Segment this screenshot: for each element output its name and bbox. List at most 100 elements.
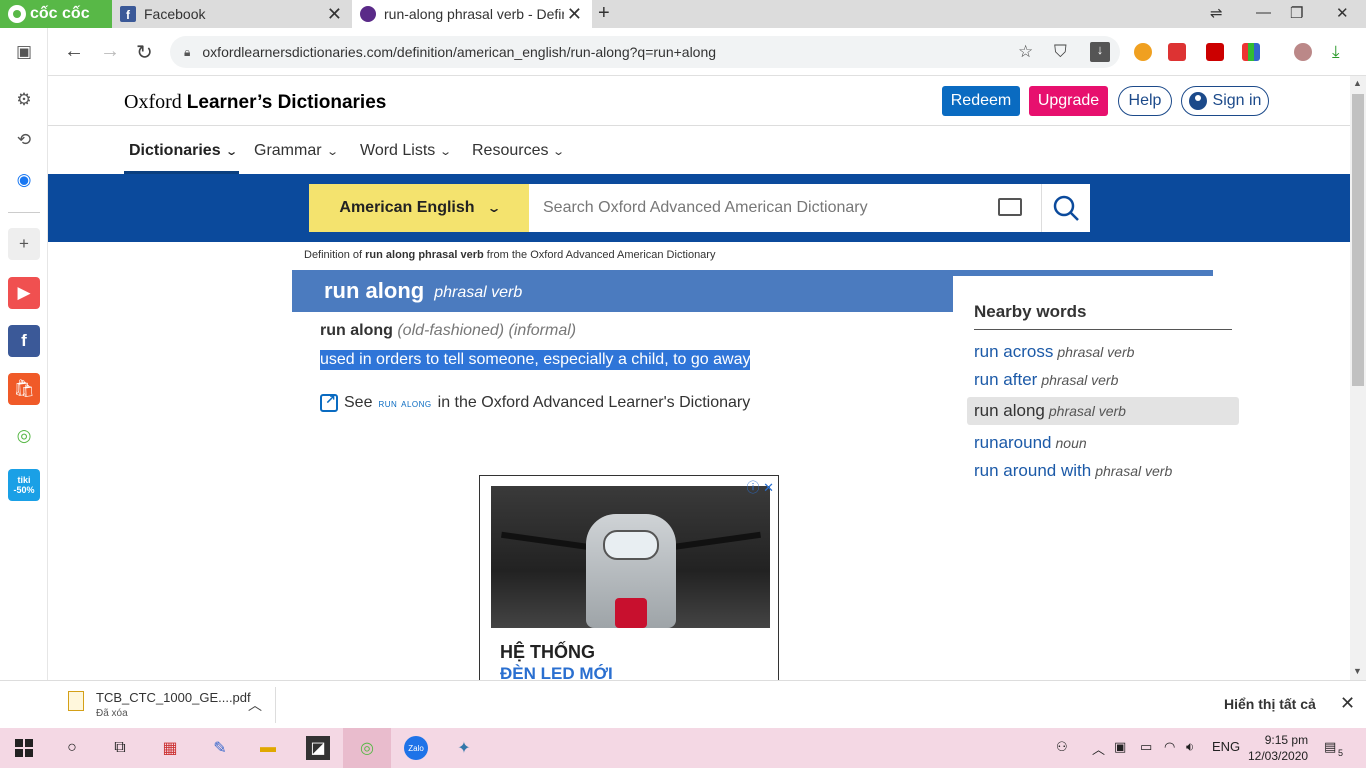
shopee-icon[interactable]: 🛍︎ <box>8 373 40 405</box>
download-page-icon[interactable]: ↓ <box>1090 42 1110 62</box>
shield-icon[interactable]: ⛉ <box>1054 42 1067 62</box>
scrollbar-thumb[interactable] <box>1352 94 1364 386</box>
ad-close-icon[interactable]: ⓘ ✕ <box>746 477 774 496</box>
show-all-downloads[interactable]: Hiển thị tất cả <box>1224 696 1316 712</box>
tray-expand-icon[interactable]: ︿ <box>1092 739 1105 758</box>
nav-grammar[interactable]: Grammar ⌄ <box>254 142 339 160</box>
back-icon[interactable]: ← <box>64 40 84 63</box>
add-sidebar-icon[interactable]: + <box>8 228 40 260</box>
close-window-icon[interactable]: ✕ <box>1336 4 1349 22</box>
tab-oxford[interactable]: run-along phrasal verb - Definition ✕ <box>352 0 592 28</box>
tab-close-icon[interactable]: ✕ <box>567 4 582 25</box>
search-button[interactable] <box>1041 184 1090 232</box>
tab-facebook[interactable]: f Facebook ✕ <box>112 0 352 28</box>
redeem-button[interactable]: Redeem <box>942 86 1020 116</box>
help-button[interactable]: Help <box>1118 86 1172 116</box>
facebook-sidebar-icon[interactable]: f <box>8 325 40 357</box>
coccoc-logo[interactable]: cốc cốc <box>0 0 112 28</box>
phrasal-verb: run along <box>320 322 393 339</box>
search-taskbar-icon[interactable]: ○ <box>60 736 84 760</box>
clock-time: 9:15 pm <box>1264 733 1309 747</box>
nearby-pos: phrasal verb <box>1041 372 1119 388</box>
app-dark-icon[interactable]: ◪ <box>306 736 330 760</box>
keyboard-icon[interactable] <box>998 198 1022 216</box>
site-logo[interactable]: Oxford Learner’s Dictionaries <box>124 91 386 114</box>
address-bar: ← → ↻ 🔒︎ oxfordlearnersdictionaries.com/… <box>0 28 1366 76</box>
app-settings-icon[interactable]: ✦ <box>452 736 476 760</box>
nav-word-lists[interactable]: Word Lists ⌄ <box>360 142 452 160</box>
wifi-icon[interactable]: ◠ <box>1164 739 1175 755</box>
sense-line: run along (old-fashioned) (informal) <box>320 322 576 340</box>
chevron-down-icon: ⌄ <box>552 145 566 158</box>
sign-in-button[interactable]: Sign in <box>1181 86 1269 116</box>
tray-app-icon[interactable]: ▣ <box>1114 739 1126 755</box>
extension-icon[interactable] <box>1134 43 1152 61</box>
app-icon[interactable]: ▦ <box>158 736 182 760</box>
tab-search-icon[interactable]: ⇌ <box>1210 4 1223 22</box>
nearby-item[interactable]: run across phrasal verb <box>974 342 1134 362</box>
people-icon[interactable]: ⚇ <box>1056 739 1068 755</box>
nearby-item-current[interactable]: run along phrasal verb <box>974 401 1126 421</box>
new-tab-icon[interactable]: + <box>598 2 610 25</box>
downloads-bar: TCB_CTC_1000_GE....pdf Đã xóa ︿ Hiển thị… <box>0 680 1366 728</box>
sign-in-label: Sign in <box>1212 92 1262 109</box>
breadcrumb: Definition of run along phrasal verb fro… <box>304 249 715 261</box>
nearby-item[interactable]: run around with phrasal verb <box>974 461 1172 481</box>
url-field[interactable]: 🔒︎ oxfordlearnersdictionaries.com/defini… <box>170 36 1120 68</box>
tab-title: Facebook <box>144 6 206 22</box>
paint-icon[interactable]: ✎ <box>208 736 232 760</box>
clock[interactable]: 9:15 pm 12/03/2020 <box>1248 732 1308 764</box>
nearby-item[interactable]: run after phrasal verb <box>974 370 1118 390</box>
main-nav: Dictionaries ⌄ Grammar ⌄ Word Lists ⌄ Resou… <box>48 127 1350 174</box>
chevron-up-icon[interactable]: ︿ <box>248 695 262 715</box>
dictionary-select[interactable]: American English ⌄ <box>309 184 529 232</box>
forward-icon[interactable]: → <box>100 40 120 63</box>
advertisement[interactable]: ⓘ ✕ HỆ THỐNG ĐÈN LED MỚI <box>479 475 779 680</box>
task-view-icon[interactable]: ⧉ <box>108 736 132 760</box>
nav-resources[interactable]: Resources ⌄ <box>472 142 566 160</box>
page-scrollbar[interactable]: ▲ ▼ <box>1350 76 1366 680</box>
minimize-icon[interactable]: — <box>1256 4 1271 21</box>
file-explorer-icon[interactable]: ▬ <box>256 736 280 760</box>
coccoc-dict-icon[interactable]: ◎ <box>8 420 40 452</box>
ad-logo-badge <box>615 598 647 628</box>
download-item[interactable]: TCB_CTC_1000_GE....pdf Đã xóa ︿ <box>66 687 276 723</box>
nearby-item[interactable]: runaround noun <box>974 433 1087 453</box>
coccoc-taskbar-icon[interactable]: ◎ <box>355 736 379 760</box>
facebook-icon: f <box>120 6 136 22</box>
windows-start-icon[interactable] <box>12 736 36 760</box>
windows-taskbar: ○ ⧉ ▦ ✎ ▬ ◪ ◎ Zalo ✦ ⚇ ︿ ▣ ▭ ◠ 🔉︎ ENG 9:… <box>0 728 1366 768</box>
battery-icon[interactable]: ▭ <box>1140 739 1152 755</box>
chevron-down-icon: ⌄ <box>486 201 502 215</box>
downloads-icon[interactable]: ⤓ <box>1332 42 1340 62</box>
close-downloads-icon[interactable]: ✕ <box>1340 693 1355 714</box>
see-link[interactable]: run along <box>378 396 431 410</box>
settings-icon[interactable]: ⚙ <box>8 84 40 116</box>
extension-color-icon[interactable] <box>1242 43 1260 61</box>
upgrade-button[interactable]: Upgrade <box>1029 86 1108 116</box>
scroll-up-icon[interactable]: ▲ <box>1353 78 1362 88</box>
sidebar-toggle-icon[interactable]: ▣ <box>8 36 40 68</box>
definition: used in orders to tell someone, especial… <box>320 350 751 370</box>
restore-icon[interactable]: ❐ <box>1290 4 1303 22</box>
youtube-icon[interactable]: ▶ <box>8 277 40 309</box>
bookmark-star-icon[interactable]: ☆ <box>1018 42 1033 62</box>
zalo-icon[interactable]: Zalo <box>404 736 428 760</box>
profile-avatar[interactable] <box>1294 43 1312 61</box>
breadcrumb-pre: Definition of <box>304 249 366 261</box>
language-indicator[interactable]: ENG <box>1212 739 1240 754</box>
tiki-icon[interactable]: tiki -50% <box>8 469 40 501</box>
notification-count: 5 <box>1338 748 1344 758</box>
nearby-words-panel: Nearby words run across phrasal verb run … <box>953 276 1241 506</box>
extension-red-icon[interactable] <box>1206 43 1224 61</box>
scroll-down-icon[interactable]: ▼ <box>1353 666 1362 676</box>
search-input[interactable]: Search Oxford Advanced American Dictiona… <box>529 184 1041 232</box>
tab-close-icon[interactable]: ✕ <box>327 4 342 25</box>
history-icon[interactable]: ⟲ <box>8 124 40 156</box>
reload-icon[interactable]: ↻ <box>136 40 153 65</box>
nav-dictionaries[interactable]: Dictionaries ⌄ <box>129 142 238 160</box>
messenger-icon[interactable]: ◉ <box>8 164 40 196</box>
notifications-icon[interactable]: ▤ <box>1324 739 1336 755</box>
volume-icon[interactable]: 🔉︎ <box>1186 739 1194 755</box>
extension-new-icon[interactable] <box>1168 43 1186 61</box>
